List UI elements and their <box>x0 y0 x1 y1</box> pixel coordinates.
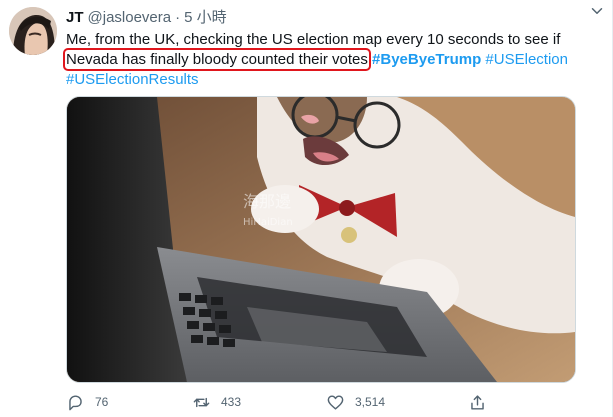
retweet-icon <box>193 397 210 407</box>
like-count: 3,514 <box>355 395 386 409</box>
avatar[interactable] <box>9 7 57 55</box>
highlighted-text: Nevada has finally bloody counted their … <box>63 48 371 71</box>
user-handle[interactable]: @jasloevera <box>88 8 172 28</box>
separator-dot: · <box>175 9 181 26</box>
hashtag-link[interactable]: #ByeByeTrump <box>372 51 481 68</box>
chevron-down-icon[interactable] <box>588 2 606 20</box>
watermark-cn: 海那邊 <box>243 192 291 211</box>
reply-button[interactable]: 76 <box>66 393 108 412</box>
display-name[interactable]: JT <box>66 8 84 28</box>
share-icon <box>471 394 484 410</box>
timestamp[interactable]: 5 小時 <box>184 8 227 28</box>
retweet-count: 433 <box>221 395 242 409</box>
heart-icon <box>327 394 344 410</box>
hashtag-link[interactable]: #USElection <box>485 51 568 68</box>
tweet-text-line: Nevada has finally bloody counted their … <box>63 48 586 71</box>
tweet-text-line: Me, from the UK, checking the US electio… <box>66 31 561 48</box>
share-button[interactable] <box>468 393 487 412</box>
like-button[interactable]: 3,514 <box>326 393 385 412</box>
tweet-media-image[interactable]: 海那邊 HiHaiDian <box>66 96 576 383</box>
reply-count: 76 <box>95 395 109 409</box>
tweet-text-line: #USElectionResults <box>66 70 586 90</box>
tweet-text: Me, from the UK, checking the US electio… <box>63 30 586 90</box>
hashtag-link[interactable]: #USElectionResults <box>66 71 199 88</box>
tweet-actions: 76 433 3,514 <box>60 389 500 415</box>
tweet-content: JT @jasloevera · 5 小時 Me, from the UK, c… <box>63 8 586 90</box>
tweet-header: JT @jasloevera · 5 小時 <box>66 8 586 28</box>
tweet-card[interactable]: JT @jasloevera · 5 小時 Me, from the UK, c… <box>0 0 613 417</box>
retweet-button[interactable]: 433 <box>192 393 241 412</box>
reply-icon <box>69 394 82 410</box>
watermark-en: HiHaiDian <box>243 217 293 228</box>
